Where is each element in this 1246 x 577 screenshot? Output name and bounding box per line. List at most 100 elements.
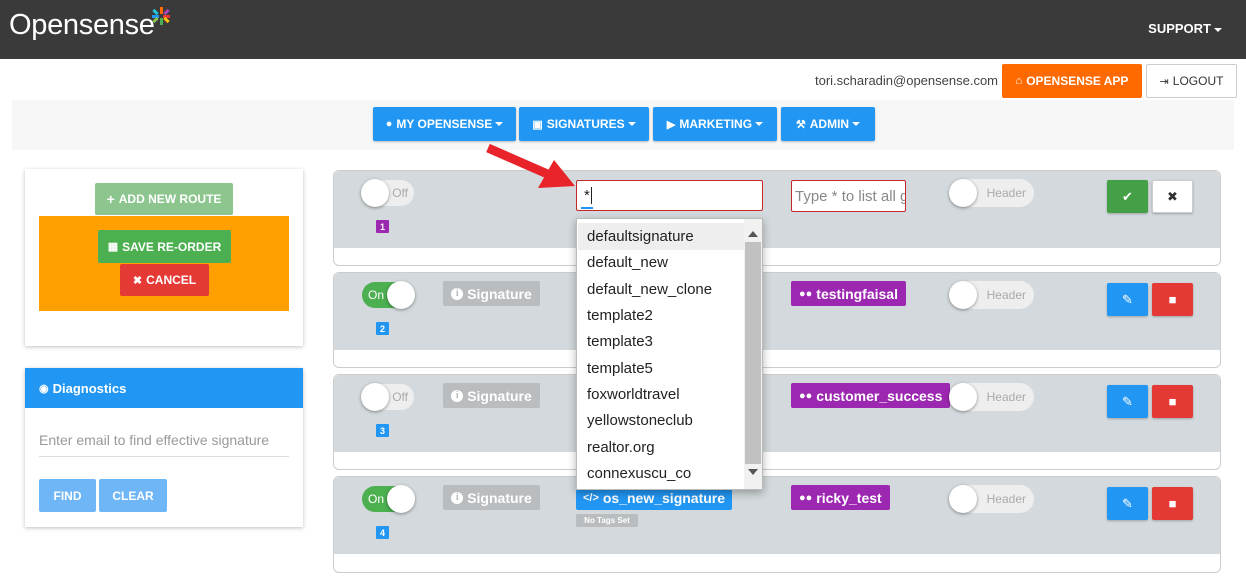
confirm-button[interactable]: ✔	[1107, 180, 1148, 213]
toggle-label: Off	[392, 186, 408, 200]
find-button[interactable]: FIND	[39, 479, 96, 512]
toggle-knob	[387, 485, 415, 513]
chevron-down-icon	[755, 122, 764, 126]
dropdown-option[interactable]: yellowstoneclub	[587, 407, 747, 433]
edit-route-button[interactable]: ✎	[1107, 385, 1148, 418]
dropdown-option[interactable]: template2	[587, 302, 747, 328]
user-email: tori.scharadin@opensense.com	[814, 73, 998, 88]
header-toggle[interactable]: Header	[949, 485, 1034, 513]
toggle-knob	[949, 383, 977, 411]
signature-type-badge: i Signature	[443, 281, 540, 306]
header-toggle[interactable]: Header	[949, 383, 1034, 411]
logout-button[interactable]: ⇥ LOGOUT	[1146, 64, 1237, 98]
signature-search-input[interactable]: *	[576, 180, 763, 211]
nav-marketing[interactable]: ▶ MARKETING	[653, 107, 777, 141]
discard-button[interactable]: ✖	[1152, 180, 1193, 213]
group-search-input[interactable]: Type * to list all g	[791, 180, 906, 212]
edit-icon: ✎	[1122, 291, 1133, 307]
input-focus-underline	[581, 207, 593, 209]
dropdown-option[interactable]: default_new	[587, 249, 747, 275]
edit-route-button[interactable]: ✎	[1107, 487, 1148, 520]
home-icon: ⌂	[1015, 75, 1023, 87]
toggle-label: On	[368, 288, 385, 302]
nav-signatures[interactable]: ▣ SIGNATURES	[519, 107, 649, 141]
wrench-icon: ⚒	[795, 118, 806, 131]
info-icon: i	[451, 389, 464, 402]
scroll-down-icon[interactable]	[748, 469, 758, 475]
opensense-app-label: OPENSENSE APP	[1026, 74, 1129, 88]
header-toggle-label: Header	[986, 288, 1026, 302]
scrollbar-thumb[interactable]	[745, 242, 761, 464]
delete-route-button[interactable]: ■	[1152, 283, 1193, 316]
close-icon: ✖	[132, 274, 143, 287]
toggle-knob	[361, 179, 389, 207]
header-toggle[interactable]: Header	[949, 179, 1034, 207]
logout-label: LOGOUT	[1172, 74, 1224, 88]
dropdown-option[interactable]: default_new_clone	[587, 276, 747, 302]
signature-name-label: os_new_signature	[602, 490, 726, 506]
nav-admin[interactable]: ⚒ ADMIN	[781, 107, 875, 141]
edit-icon: ✎	[1122, 495, 1133, 511]
clear-button[interactable]: CLEAR	[99, 479, 167, 512]
info-icon: i	[451, 491, 464, 504]
route-enabled-toggle[interactable]: Off	[361, 179, 414, 207]
scroll-up-icon[interactable]	[748, 231, 758, 237]
dropdown-option[interactable]: defaultsignature	[587, 223, 747, 249]
trash-icon: ■	[1168, 292, 1177, 307]
dropdown-option[interactable]: template3	[587, 328, 747, 354]
route-row-body: On 4 i Signature </> os_new_signature No T…	[334, 477, 1220, 554]
delete-route-button[interactable]: ■	[1152, 487, 1193, 520]
sign-out-icon: ⇥	[1159, 75, 1169, 88]
trash-icon: ■	[1168, 496, 1177, 511]
route-order-badge: 2	[376, 322, 389, 335]
save-reorder-button[interactable]: ▦ SAVE RE-ORDER	[98, 230, 231, 263]
trash-icon: ■	[1168, 394, 1177, 409]
opensense-logo[interactable]: Opensense	[9, 9, 155, 42]
toggle-knob	[949, 281, 977, 309]
toggle-label: Off	[392, 390, 408, 404]
dropdown-option[interactable]: realtor.org	[587, 434, 747, 460]
cancel-reorder-button[interactable]: ✖ CANCEL	[120, 264, 209, 296]
signature-type-label: Signature	[467, 489, 532, 506]
signature-type-badge: i Signature	[443, 383, 540, 408]
diagnostics-header: ◉ Diagnostics	[25, 368, 303, 408]
add-new-route-button[interactable]: + ADD NEW ROUTE	[95, 183, 233, 215]
chevron-down-icon	[495, 122, 504, 126]
header-toggle-label: Header	[986, 492, 1026, 506]
toggle-label: On	[368, 492, 385, 506]
edit-icon: ✎	[1122, 393, 1133, 409]
group-badge: ●● customer_success	[791, 383, 951, 408]
header-toggle[interactable]: Header	[949, 281, 1034, 309]
code-icon: </>	[582, 492, 599, 504]
toggle-knob	[949, 485, 977, 513]
user-icon: ●	[385, 118, 393, 130]
opensense-app-button[interactable]: ⌂ OPENSENSE APP	[1002, 64, 1142, 98]
nav-my-opensense[interactable]: ● MY OPENSENSE	[373, 107, 516, 141]
group-search-placeholder: Type * to list all g	[795, 187, 906, 205]
close-icon: ✖	[1167, 188, 1178, 204]
edit-route-button[interactable]: ✎	[1107, 283, 1148, 316]
id-card-icon: ▣	[532, 118, 543, 131]
dropdown-option[interactable]: foxworldtravel	[587, 381, 747, 407]
route-enabled-toggle[interactable]: On	[362, 485, 415, 513]
signature-type-badge: i Signature	[443, 485, 540, 510]
route-enabled-toggle[interactable]: Off	[361, 383, 414, 411]
route-enabled-toggle[interactable]: On	[362, 281, 415, 309]
route-order-badge: 3	[376, 424, 389, 437]
binoculars-icon: ◉	[39, 382, 49, 395]
dropdown-option[interactable]: template5	[587, 355, 747, 381]
dropdown-option[interactable]: connexuscu_co	[587, 460, 747, 486]
bullhorn-icon: ▶	[666, 118, 676, 131]
route-row-editing: Off 1 Header ✔ ✖	[333, 170, 1221, 266]
nav-label: MARKETING	[679, 117, 753, 131]
delete-route-button[interactable]: ■	[1152, 385, 1193, 418]
users-icon: ●●	[799, 287, 813, 300]
diagnostics-email-input[interactable]	[39, 424, 289, 457]
route-row-body: Off 3 i Signature ●● customer_success Head…	[334, 375, 1220, 452]
diagnostics-title: Diagnostics	[52, 380, 127, 396]
nav-label: MY OPENSENSE	[396, 117, 493, 131]
support-menu[interactable]: SUPPORT	[1148, 21, 1222, 36]
signature-dropdown: defaultsignature default_new default_new…	[576, 218, 763, 490]
annotation-arrow-icon	[486, 143, 575, 188]
route-row: On 4 i Signature </> os_new_signature No T…	[333, 476, 1221, 573]
